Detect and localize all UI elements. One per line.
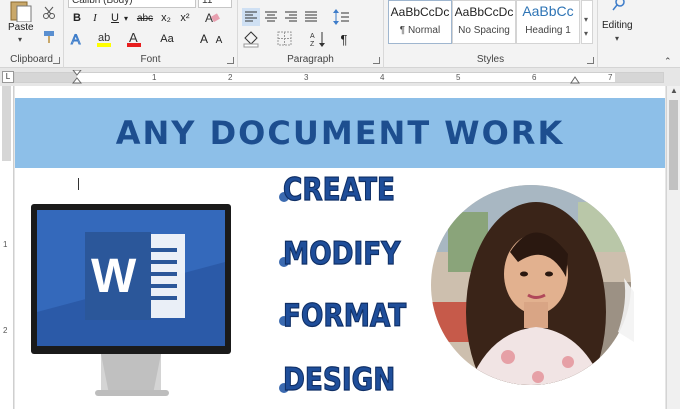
justify-icon[interactable] — [302, 8, 320, 26]
format-painter-icon[interactable] — [42, 30, 56, 44]
style-name: No Spacing — [458, 25, 510, 36]
banner-title: ANY DOCUMENT WORK — [115, 114, 565, 152]
paragraph-group-label: Paragraph — [287, 54, 334, 65]
change-case-button[interactable]: Aa — [158, 30, 176, 48]
vertical-ruler: 1 2 — [0, 86, 14, 409]
style-sample: AaBbCcDc — [454, 5, 514, 19]
editing-group[interactable]: Editing ▾ — [598, 0, 640, 68]
shading-icon[interactable] — [242, 30, 262, 48]
font-launcher[interactable] — [227, 57, 234, 64]
vertical-scrollbar[interactable]: ▲ — [666, 86, 680, 409]
paste-button[interactable]: Paste ▾ — [4, 0, 38, 46]
strikethrough-button[interactable]: abc — [134, 9, 156, 27]
font-size-combo[interactable]: 11 — [198, 0, 232, 8]
service-item: CREATE — [282, 171, 395, 208]
ruler-margin-left — [15, 73, 77, 82]
styles-scrollbar[interactable]: ▾ ▾ — [581, 0, 593, 44]
line-spacing-icon[interactable] — [332, 8, 352, 26]
ruler-number: 7 — [608, 73, 613, 82]
ruler-number: 2 — [228, 73, 233, 82]
style-sample: AaBbCc — [522, 3, 574, 19]
text-cursor — [78, 178, 79, 190]
ruler-track: 1 2 3 4 5 6 7 — [14, 70, 664, 84]
chevron-down-icon[interactable]: ▾ — [122, 9, 130, 27]
svg-text:Z: Z — [310, 41, 315, 48]
font-color-icon[interactable]: A — [126, 30, 144, 48]
paste-icon — [10, 1, 32, 22]
clear-formatting-icon[interactable]: A — [204, 11, 220, 25]
shrink-font-button[interactable]: A — [214, 31, 224, 49]
svg-text:A: A — [129, 30, 138, 45]
ribbon: Paste ▾ Clipboard Calibri (Body) 11 B I … — [0, 0, 680, 68]
service-item: MODIFY — [282, 235, 401, 272]
ruler-number: 1 — [3, 240, 8, 249]
ruler-number: 6 — [532, 73, 537, 82]
style-heading-1[interactable]: AaBbCc Heading 1 — [516, 0, 580, 44]
scroll-thumb[interactable] — [669, 100, 678, 190]
service-item: FORMAT — [282, 297, 407, 334]
grow-font-button[interactable]: A — [198, 30, 210, 48]
more-styles-icon: ▾ — [584, 29, 589, 38]
collapse-ribbon-icon[interactable]: ⌃ — [664, 56, 672, 67]
style-sample: AaBbCcDc — [390, 5, 450, 19]
svg-text:ab: ab — [98, 32, 110, 44]
ruler-number: 3 — [304, 73, 309, 82]
text-effects-icon[interactable]: A — [70, 31, 86, 47]
word-monitor-illustration: W — [31, 204, 231, 396]
superscript-button[interactable]: x² — [177, 9, 193, 27]
underline-button[interactable]: U — [108, 9, 122, 27]
style-no-spacing[interactable]: AaBbCcDc No Spacing — [452, 0, 516, 44]
align-left-icon[interactable] — [242, 8, 260, 26]
styles-group: AaBbCcDc ¶ Normal AaBbCcDc No Spacing Aa… — [384, 0, 598, 68]
word-logo-letter: W — [91, 250, 137, 303]
paragraph-launcher[interactable] — [373, 57, 380, 64]
font-group-label: Font — [140, 54, 161, 65]
indent-marker-icon[interactable] — [72, 70, 82, 84]
cut-icon[interactable] — [42, 6, 56, 20]
search-icon — [612, 0, 625, 11]
title-banner: ANY DOCUMENT WORK — [15, 98, 665, 168]
ruler-margin-right — [615, 73, 663, 82]
clipboard-launcher[interactable] — [53, 57, 60, 64]
style-name: Heading 1 — [525, 25, 571, 36]
style-normal[interactable]: AaBbCcDc ¶ Normal — [388, 0, 452, 44]
align-center-icon[interactable] — [262, 8, 280, 26]
scroll-up-icon[interactable]: ▲ — [670, 86, 678, 95]
align-right-icon[interactable] — [282, 8, 300, 26]
clipboard-group: Paste ▾ Clipboard — [0, 0, 64, 68]
ruler-number: 1 — [152, 73, 157, 82]
ruler-number: 2 — [3, 326, 8, 335]
highlight-icon[interactable]: ab — [96, 30, 114, 48]
ruler-number: 5 — [456, 73, 461, 82]
chevron-down-icon: ▾ — [18, 35, 23, 44]
paste-label: Paste — [8, 22, 34, 33]
pilcrow-icon[interactable]: ¶ — [336, 30, 352, 48]
tab-selector[interactable]: L — [2, 71, 14, 83]
editing-label: Editing — [602, 20, 633, 31]
document-page[interactable]: ANY DOCUMENT WORK W CREATE MODIFY FORMAT… — [15, 86, 665, 409]
chevron-down-icon: ▾ — [584, 15, 589, 24]
borders-icon[interactable] — [276, 30, 294, 48]
italic-button[interactable]: I — [88, 9, 102, 27]
font-name-combo[interactable]: Calibri (Body) — [68, 0, 196, 8]
font-group: Calibri (Body) 11 B I U ▾ abc x₂ x² A A … — [64, 0, 238, 68]
subscript-button[interactable]: x₂ — [158, 9, 174, 27]
svg-text:A: A — [310, 33, 315, 40]
styles-launcher[interactable] — [587, 57, 594, 64]
ruler-number: 4 — [380, 73, 385, 82]
service-item: DESIGN — [282, 361, 396, 398]
horizontal-ruler: L 1 2 3 4 5 6 7 — [0, 69, 680, 85]
vruler-margin — [2, 86, 11, 161]
style-name: ¶ Normal — [399, 25, 441, 36]
profile-photo — [431, 185, 634, 385]
svg-text:A: A — [71, 31, 81, 47]
chevron-down-icon: ▾ — [615, 34, 620, 43]
bold-button[interactable]: B — [70, 9, 84, 27]
styles-group-label: Styles — [476, 54, 505, 65]
paragraph-group: A Z ¶ Paragraph — [238, 0, 384, 68]
sort-icon[interactable]: A Z — [310, 30, 328, 48]
right-indent-marker-icon[interactable] — [570, 76, 580, 84]
